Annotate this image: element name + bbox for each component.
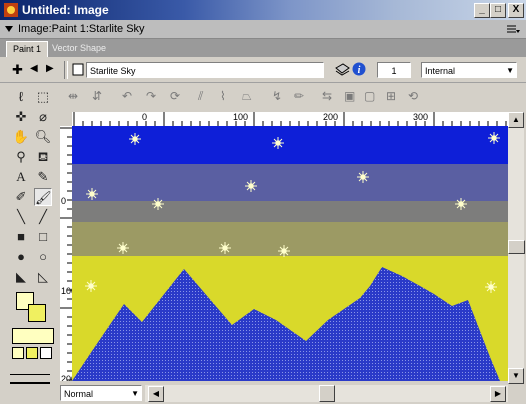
fill-chip[interactable] [26, 347, 38, 359]
close-button[interactable]: X [508, 3, 524, 18]
vertical-scrollbar[interactable]: ▲ ▼ [508, 112, 525, 384]
tool-palette: ℓ ⬚ ✜ ⌀ ✋ 🔍︎ ⚲ ⛾ A ✎ ✐ 🖌︎ ╲ ╱ ■ □ ● ○ ◣ … [0, 84, 60, 404]
cast-number-field[interactable]: 1 [377, 62, 411, 78]
text-tool-icon[interactable]: A [12, 168, 30, 186]
vertical-scroll-thumb[interactable] [508, 240, 525, 254]
scroll-up-button[interactable]: ▲ [508, 112, 524, 128]
line-tool-icon[interactable]: ╱ [34, 208, 52, 226]
minimize-button[interactable]: _ [474, 3, 490, 18]
app-icon [4, 3, 18, 17]
cast-member-icon[interactable] [72, 63, 84, 76]
rotate-left-icon[interactable]: ↶ [122, 89, 132, 103]
next-icon[interactable]: ▶ [46, 63, 54, 74]
chevron-down-icon: ▼ [506, 66, 514, 75]
tab-bar: Paint 1 Vector Shape [0, 39, 526, 57]
background-color-chip[interactable] [28, 304, 46, 322]
perspective-icon[interactable]: ⏢ [242, 89, 252, 104]
tab-vector-shape[interactable]: Vector Shape [46, 41, 112, 56]
registration-tool-icon[interactable]: ✜ [12, 108, 30, 126]
switch-colors-icon[interactable]: ⟲ [408, 89, 418, 103]
sky-band [72, 126, 508, 164]
skew-icon[interactable]: ⫽ [198, 89, 203, 104]
blend-mode-field[interactable]: Normal ▼ [60, 385, 142, 401]
ink-chip[interactable] [40, 347, 52, 359]
paint-canvas[interactable] [72, 126, 508, 381]
ink-select-value: Internal [425, 66, 456, 76]
window-title: Untitled: Image [22, 3, 109, 17]
filled-rectangle-tool-icon[interactable]: ■ [12, 228, 30, 246]
horizontal-ruler: 0 100 200 300 [72, 112, 508, 127]
pencil-tool-icon[interactable]: ✎ [34, 168, 52, 186]
gradient-colors-chip[interactable] [12, 328, 54, 344]
sky-band [72, 164, 508, 201]
flip-vertical-icon[interactable]: ⇵ [92, 89, 102, 103]
warp-icon[interactable]: ⌇ [220, 89, 226, 103]
h-ruler-label: 0 [142, 112, 148, 122]
polygon-tool-icon[interactable]: ◺ [34, 268, 52, 286]
darken-icon[interactable]: ▢ [364, 89, 375, 103]
panel-menu-icon[interactable] [506, 24, 520, 34]
lasso-tool-icon[interactable]: ℓ [12, 88, 30, 106]
previous-icon[interactable]: ◀ [30, 63, 38, 74]
main-toolbar: ✚ ◀ ▶ Starlite Sky i 1 Internal ▼ [0, 58, 526, 83]
smooth-icon[interactable]: ↯ [272, 89, 282, 103]
eraser-tool-icon[interactable]: ⌀ [34, 108, 52, 126]
trace-edges-icon[interactable]: ✏ [294, 89, 304, 103]
fill-icon[interactable]: ⊞ [386, 89, 396, 103]
ink-select[interactable]: Internal ▼ [421, 62, 517, 78]
horizontal-scroll-thumb[interactable] [319, 385, 335, 402]
h-ruler-label: 200 [323, 112, 339, 122]
svg-text:i: i [358, 65, 361, 76]
scroll-left-button[interactable]: ◀ [148, 386, 164, 402]
blend-mode-value: Normal [64, 389, 94, 399]
invert-icon[interactable]: ⇆ [322, 89, 332, 103]
chevron-down-icon: ▼ [131, 389, 139, 398]
free-rotate-icon[interactable]: ⟳ [170, 89, 180, 103]
h-ruler-label: 300 [413, 112, 429, 122]
rotate-right-icon[interactable]: ↷ [146, 89, 156, 103]
brush-tool-icon[interactable]: 🖌︎ [34, 188, 52, 206]
h-ruler-label: 100 [233, 112, 249, 122]
airbrush-tool-icon[interactable]: ✐ [12, 188, 30, 206]
pattern-chip[interactable] [12, 347, 24, 359]
h-ruler-ticks [73, 112, 507, 126]
sky-band [72, 201, 508, 222]
title-bar: Untitled: Image _ □ X [0, 0, 526, 20]
hand-tool-icon[interactable]: ✋ [12, 128, 30, 146]
line-width-thin[interactable] [10, 374, 50, 375]
lighten-icon[interactable]: ▣ [344, 89, 355, 103]
horizontal-scrollbar[interactable]: ◀ ▶ [145, 385, 508, 402]
marquee-tool-icon[interactable]: ⬚ [34, 88, 52, 106]
filled-polygon-tool-icon[interactable]: ◣ [12, 268, 30, 286]
v-ruler-ticks [60, 127, 72, 381]
cast-window-icon[interactable] [334, 62, 350, 77]
v-ruler-label: 0 [61, 196, 67, 206]
tab-paint[interactable]: Paint 1 [6, 41, 49, 57]
blend-mode-select[interactable]: Normal ▼ [60, 385, 145, 402]
paint-bucket-tool-icon[interactable]: ⛾ [34, 148, 52, 166]
filled-ellipse-tool-icon[interactable]: ● [12, 248, 30, 266]
line-width-medium[interactable] [10, 382, 50, 384]
panel-header: Image:Paint 1:Starlite Sky [0, 20, 526, 39]
arc-tool-icon[interactable]: ╲ [12, 208, 30, 226]
cast-name-field[interactable]: Starlite Sky [86, 62, 324, 78]
rectangle-tool-icon[interactable]: □ [34, 228, 52, 246]
zoom-tool-icon[interactable]: 🔍︎ [34, 128, 52, 146]
flip-horizontal-icon[interactable]: ⇹ [68, 89, 78, 103]
maximize-button[interactable]: □ [490, 3, 506, 18]
info-icon[interactable]: i [352, 62, 366, 76]
expand-arrow-icon[interactable] [4, 24, 14, 34]
ellipse-tool-icon[interactable]: ○ [34, 248, 52, 266]
add-icon[interactable]: ✚ [12, 62, 23, 78]
scroll-right-button[interactable]: ▶ [490, 386, 506, 402]
effects-toolbar: ⇹ ⇵ ↶ ↷ ⟳ ⫽ ⌇ ⏢ ↯ ✏ ⇆ ▣ ▢ ⊞ ⟲ [60, 84, 526, 110]
panel-title: Image:Paint 1:Starlite Sky [18, 23, 145, 35]
eyedropper-tool-icon[interactable]: ⚲ [12, 148, 30, 166]
scroll-down-button[interactable]: ▼ [508, 368, 524, 384]
starlite-sky-image [72, 126, 508, 381]
